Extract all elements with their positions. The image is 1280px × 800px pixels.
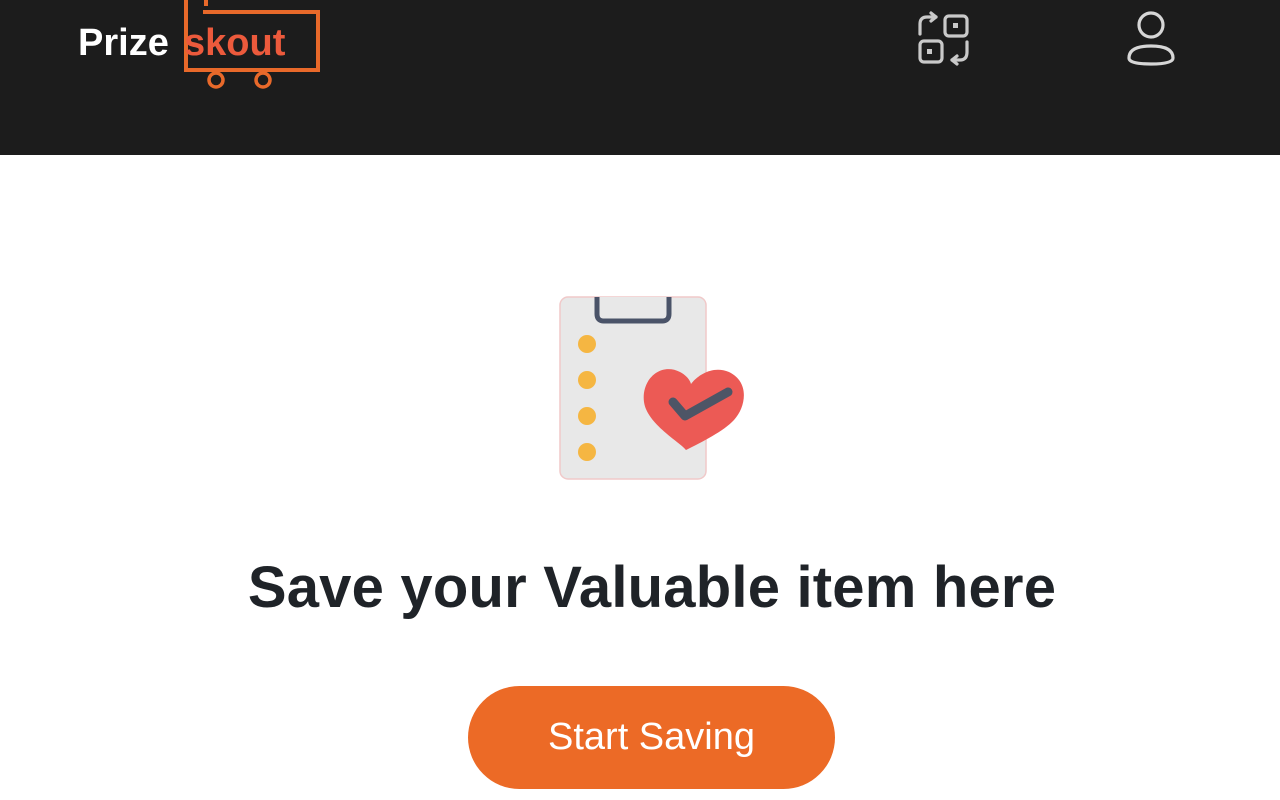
empty-state-title: Save your Valuable item here: [247, 555, 1057, 620]
logo-text-prize: Prize: [78, 22, 169, 64]
profile-button[interactable]: [1122, 8, 1180, 70]
logo-text-skout: skout: [184, 22, 286, 64]
top-header-bar: Prize skout: [0, 0, 1280, 155]
clipboard-heart-icon: [552, 292, 752, 487]
user-icon: [1127, 11, 1175, 66]
prizeskout-logo[interactable]: Prize skout: [78, 0, 323, 92]
scan-icon: [918, 11, 969, 66]
start-saving-button[interactable]: Start Saving: [468, 686, 835, 789]
scan-button[interactable]: [914, 10, 974, 70]
